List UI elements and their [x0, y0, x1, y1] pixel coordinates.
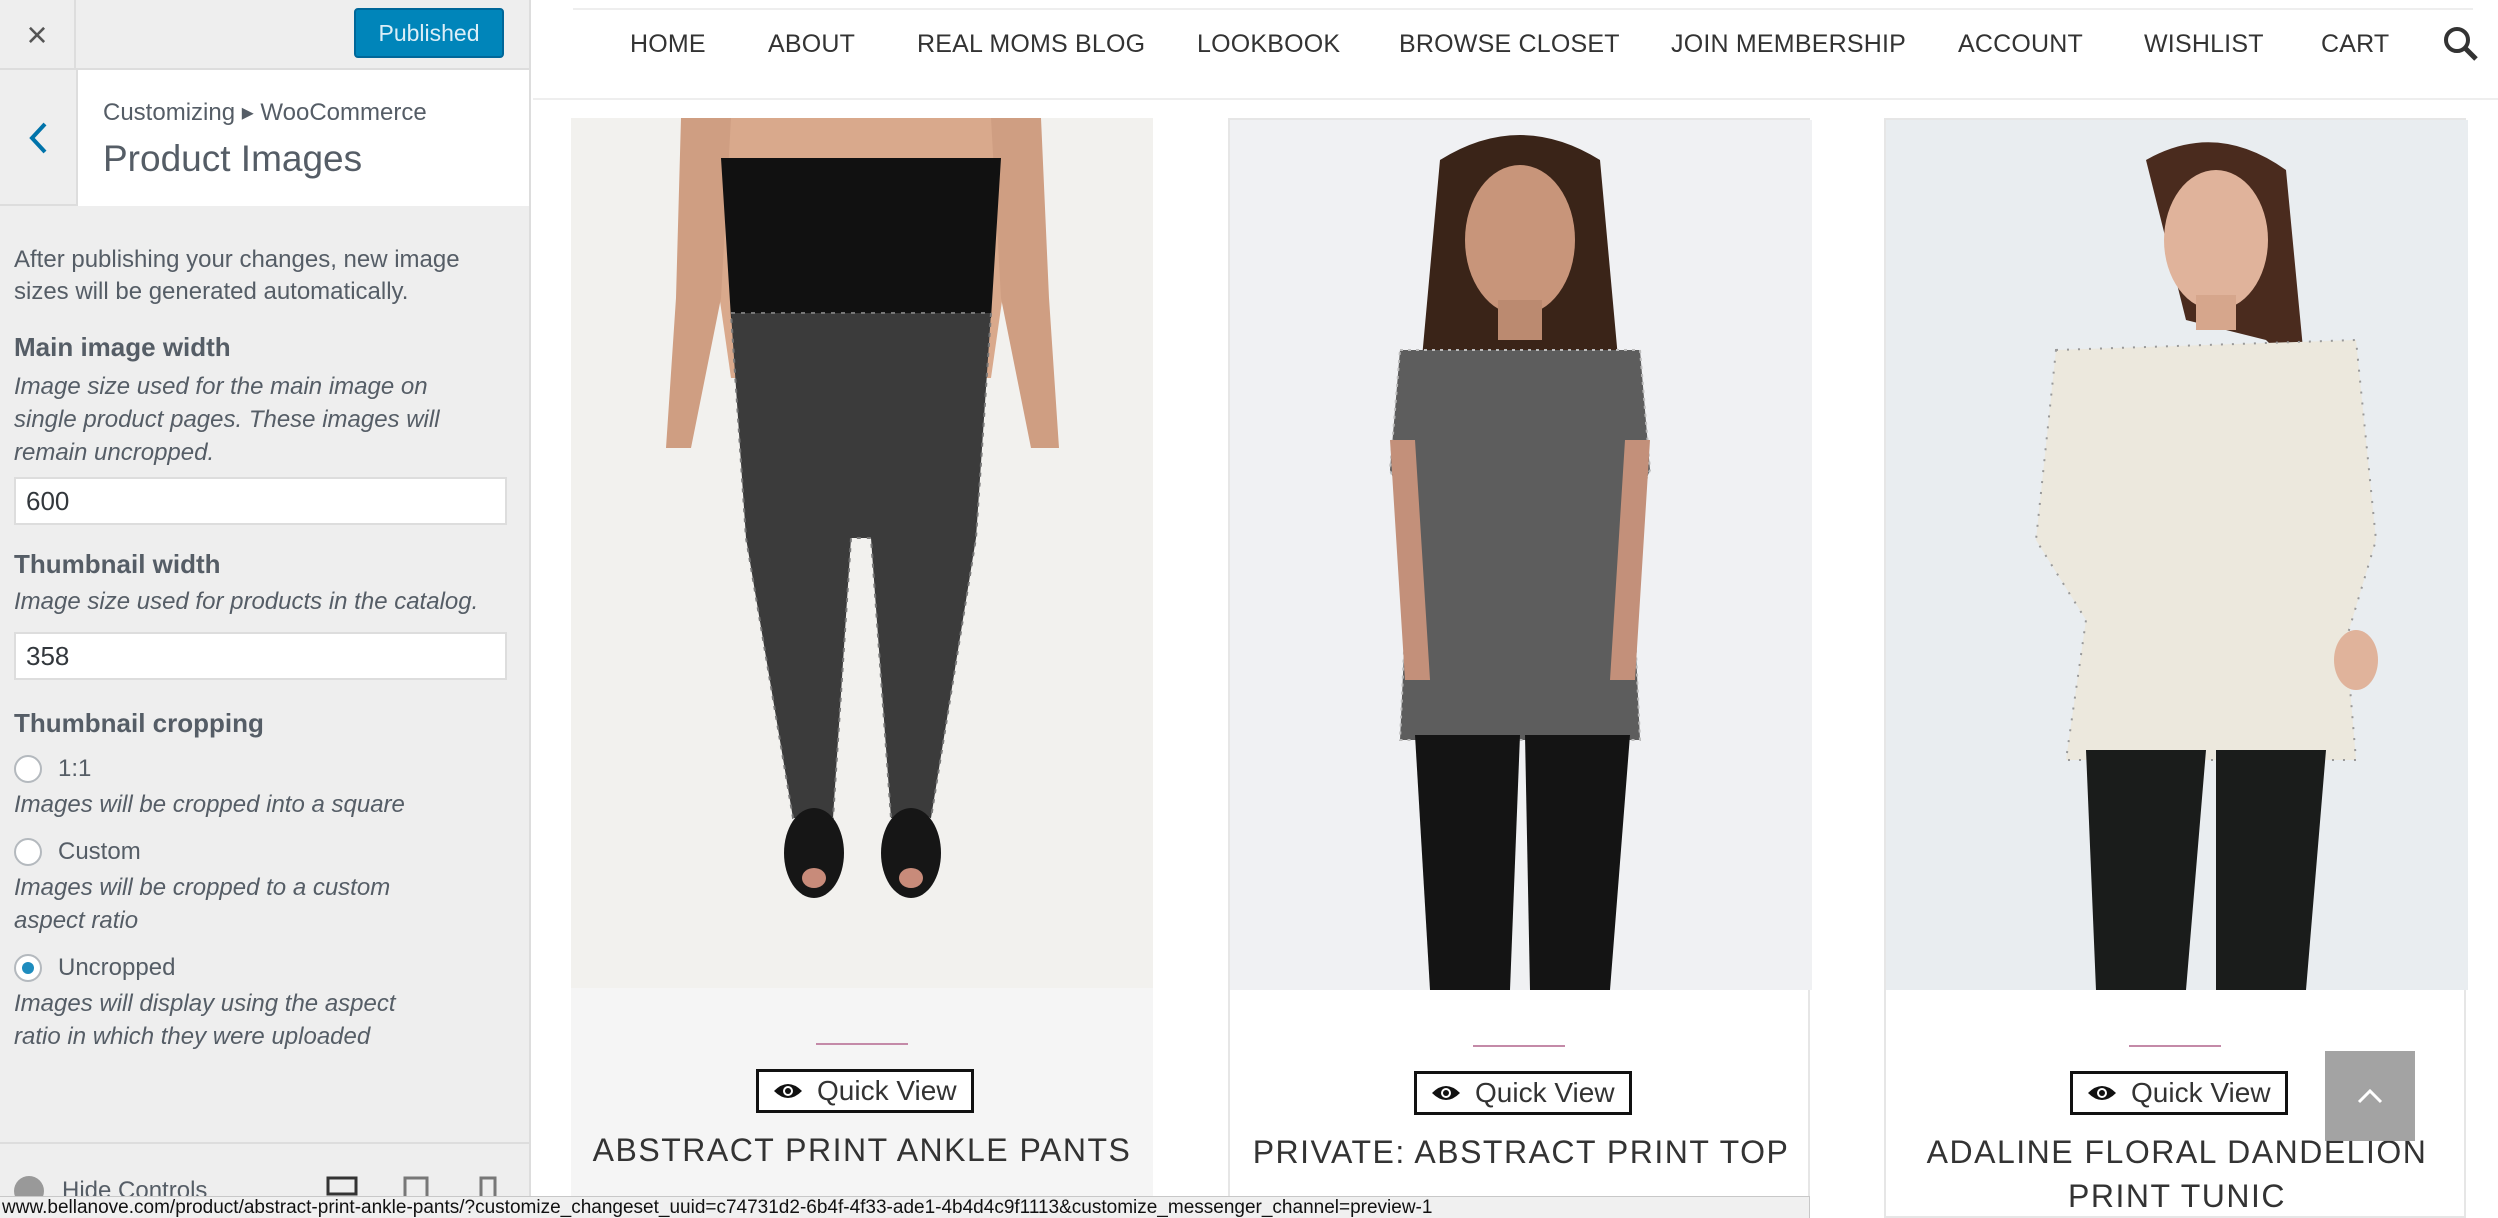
panel-title-area: Customizing ▸ WooCommerce Product Images [78, 70, 529, 206]
product-image[interactable] [571, 118, 1153, 988]
thumbnail-width-input[interactable] [14, 632, 507, 680]
nav-item-wishlist[interactable]: WISHLIST [2144, 30, 2264, 59]
product-card: Quick View ABSTRACT PRINT ANKLE PANTS [571, 118, 1153, 1218]
nav-item-about[interactable]: ABOUT [768, 30, 855, 59]
quick-view-label: Quick View [1475, 1077, 1615, 1108]
radio-custom[interactable] [14, 838, 42, 866]
nav-item-join-membership[interactable]: JOIN MEMBERSHIP [1671, 30, 1906, 59]
product-photo-top [1230, 120, 1812, 990]
quick-view-button[interactable]: Quick View [2070, 1071, 2288, 1115]
eye-icon [1432, 1086, 1460, 1100]
quick-view-label: Quick View [817, 1075, 957, 1106]
product-card: Quick View PRIVATE: ABSTRACT PRINT TOP [1228, 118, 1812, 1218]
search-icon[interactable] [2443, 26, 2479, 62]
crop-option-uncropped[interactable]: Uncropped [14, 949, 514, 987]
close-customizer-button[interactable]: × [0, 0, 76, 70]
page-title: Product Images [103, 138, 363, 179]
breadcrumb: Customizing ▸ WooCommerce [103, 99, 427, 126]
back-button[interactable] [0, 70, 78, 206]
thumbnail-width-title: Thumbnail width [14, 549, 221, 579]
quick-view-button[interactable]: Quick View [1414, 1071, 1632, 1115]
eye-icon [774, 1084, 802, 1098]
quick-view-button[interactable]: Quick View [756, 1069, 974, 1113]
main-image-width-description: Image size used for the main image on si… [14, 373, 440, 466]
nav-divider [573, 8, 2473, 10]
crop-option-description: Images will be cropped into a square [14, 791, 405, 818]
radio-uncropped[interactable] [14, 954, 42, 982]
radio-label: Uncropped [58, 954, 176, 981]
controls-section: After publishing your changes, new image… [14, 244, 514, 1053]
customizer-sidebar: × Published Customizing ▸ WooCommerce Pr… [0, 0, 531, 1218]
crop-option-custom[interactable]: Custom [14, 833, 514, 871]
nav-item-lookbook[interactable]: LOOKBOOK [1197, 30, 1340, 59]
panel-header: Customizing ▸ WooCommerce Product Images [0, 70, 529, 206]
radio-label: 1:1 [58, 755, 92, 782]
site-navigation: HOME ABOUT REAL MOMS BLOG LOOKBOOK BROWS… [533, 0, 2498, 100]
scroll-to-top-button[interactable] [2325, 1051, 2415, 1141]
link-status-bar: www.bellanove.com/product/abstract-print… [0, 1196, 1810, 1218]
product-photo-pants [571, 118, 1153, 988]
nav-item-home[interactable]: HOME [630, 30, 706, 59]
radio-label: Custom [58, 838, 141, 865]
intro-text: After publishing your changes, new image… [14, 246, 460, 305]
publish-button[interactable]: Published [354, 8, 504, 58]
title-divider [2129, 1045, 2221, 1047]
nav-item-cart[interactable]: CART [2321, 30, 2389, 59]
thumbnail-cropping-title: Thumbnail cropping [14, 708, 264, 738]
title-divider [1473, 1045, 1565, 1047]
crop-option-1-1[interactable]: 1:1 [14, 750, 514, 788]
chevron-up-icon [2357, 1088, 2383, 1104]
product-title[interactable]: ADALINE FLORAL DANDELION PRINT TUNIC [1886, 1130, 2468, 1218]
radio-1-1[interactable] [14, 755, 42, 783]
close-icon: × [26, 14, 48, 55]
product-photo-tunic [1886, 120, 2468, 990]
thumbnail-width-description: Image size used for products in the cata… [14, 588, 479, 615]
quick-view-label: Quick View [2131, 1077, 2271, 1108]
product-image[interactable] [1886, 120, 2468, 990]
crop-option-description: Images will display using the aspect rat… [14, 990, 396, 1050]
site-preview: HOME ABOUT REAL MOMS BLOG LOOKBOOK BROWS… [533, 0, 2498, 1218]
crop-option-description: Images will be cropped to a custom aspec… [14, 874, 391, 934]
nav-item-real-moms-blog[interactable]: REAL MOMS BLOG [917, 30, 1145, 59]
product-title[interactable]: PRIVATE: ABSTRACT PRINT TOP [1230, 1130, 1812, 1174]
title-divider [816, 1043, 908, 1045]
nav-item-browse-closet[interactable]: BROWSE CLOSET [1399, 30, 1620, 59]
customizer-topbar: × Published [0, 0, 529, 70]
chevron-left-icon [29, 122, 47, 154]
product-title[interactable]: ABSTRACT PRINT ANKLE PANTS [571, 1128, 1153, 1172]
nav-item-account[interactable]: ACCOUNT [1958, 30, 2083, 59]
eye-icon [2088, 1086, 2116, 1100]
product-image[interactable] [1230, 120, 1812, 990]
publish-button-label: Published [378, 19, 480, 46]
main-image-width-input[interactable] [14, 477, 507, 525]
main-image-width-title: Main image width [14, 332, 231, 362]
